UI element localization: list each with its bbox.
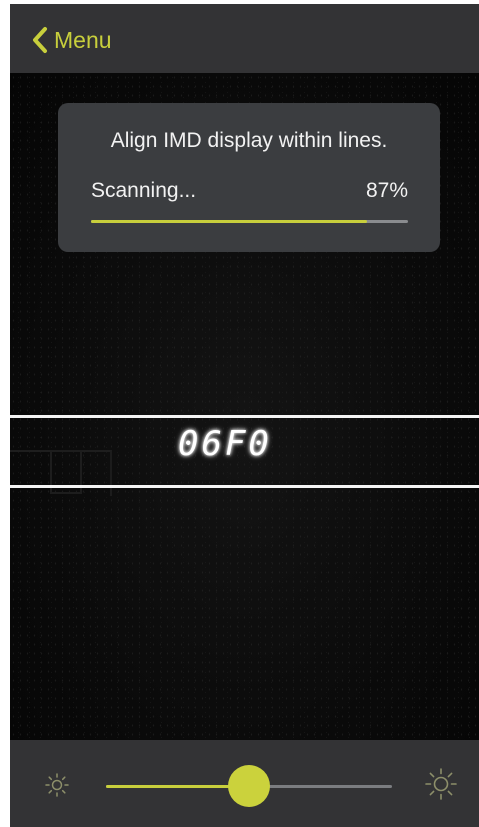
scan-status-card: Align IMD display within lines. Scanning… [58, 103, 440, 252]
back-button[interactable]: Menu [32, 22, 112, 58]
imd-display-readout: 06F0 [178, 424, 272, 464]
brightness-slider-thumb[interactable] [228, 765, 270, 807]
faint-display-segments [10, 450, 112, 496]
back-button-label: Menu [54, 26, 112, 53]
sun-small-icon[interactable] [44, 772, 70, 798]
app-screen: Menu Align IMD display within lines. Sca… [10, 4, 479, 827]
brightness-bar [10, 740, 479, 827]
scan-percent: 87% [365, 179, 408, 202]
sun-large-icon[interactable] [424, 767, 458, 801]
top-nav-bar: Menu [10, 4, 479, 73]
scanning-label: Scanning... [91, 179, 197, 202]
scan-progress-fill [91, 220, 367, 223]
chevron-left-icon [33, 27, 47, 53]
alignment-line-bottom [10, 485, 479, 488]
alignment-line-top [10, 415, 479, 418]
instruction-text: Align IMD display within lines. [110, 129, 388, 152]
scan-progress-bar [91, 220, 408, 223]
